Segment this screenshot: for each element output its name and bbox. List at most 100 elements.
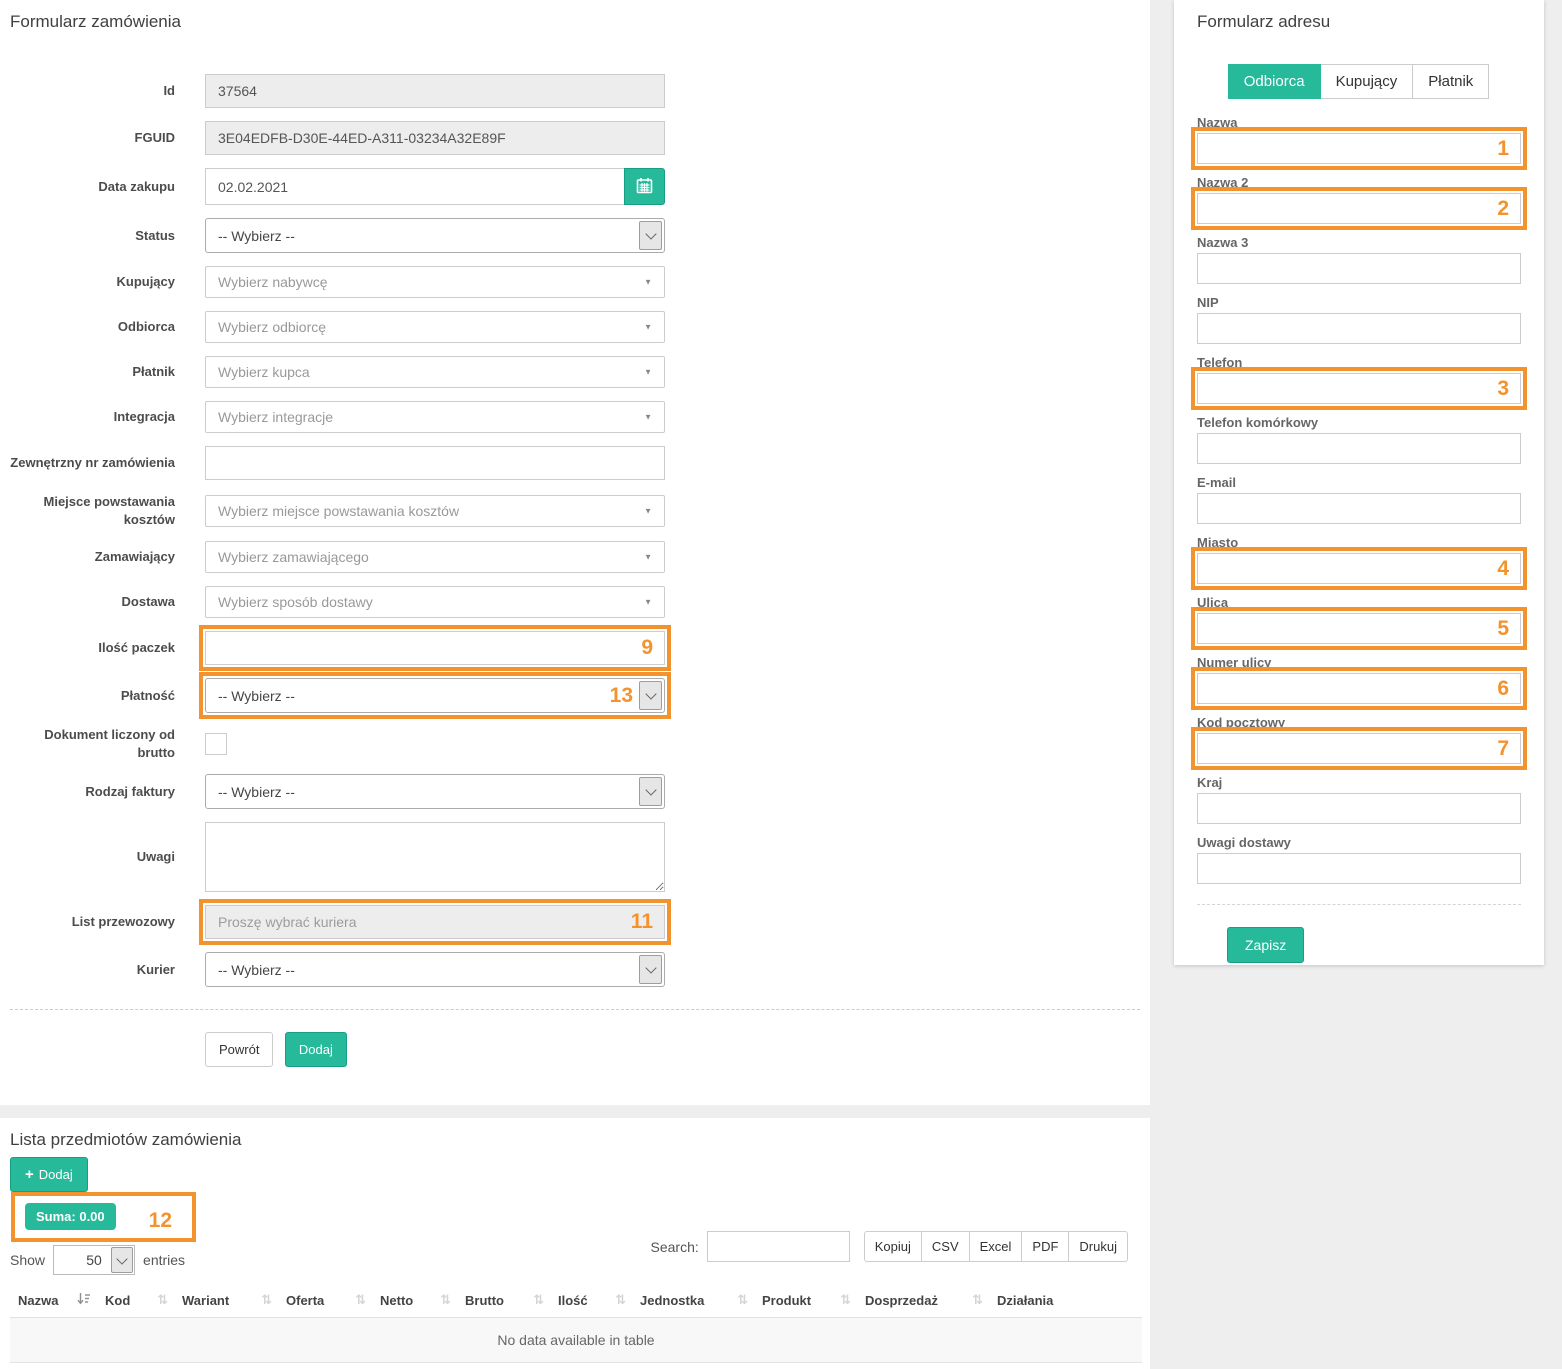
form-row-rodzaj-faktury: Rodzaj faktury-- Wybierz --	[10, 774, 1140, 809]
zamawiajacy-placeholder: Wybierz zamawiającego	[218, 549, 369, 565]
column-label: Dosprzedaż	[865, 1293, 938, 1308]
miejsce-powstawania-kosztow-label: Miejsce powstawania kosztów	[10, 493, 175, 528]
add-order-button[interactable]: Dodaj	[285, 1032, 347, 1067]
fguid-label: FGUID	[10, 129, 175, 147]
save-button[interactable]: Zapisz	[1227, 927, 1304, 963]
integracja-label: Integracja	[10, 408, 175, 426]
form-row-uwagi: Uwagi	[10, 822, 1140, 892]
dokument-liczony-od-brutto-checkbox[interactable]	[205, 733, 227, 755]
odbiorca-select[interactable]: Wybierz odbiorcę▼	[205, 311, 665, 343]
e-mail-input[interactable]	[1197, 493, 1521, 524]
nazwa-3-input[interactable]	[1197, 253, 1521, 284]
list-przewozowy-input[interactable]	[205, 905, 665, 939]
add-item-button[interactable]: + Dodaj	[10, 1157, 88, 1192]
fguid-input[interactable]	[205, 121, 665, 155]
numer-ulicy-input[interactable]	[1197, 673, 1521, 704]
export-csv-button[interactable]: CSV	[921, 1231, 970, 1262]
kurier-select[interactable]: -- Wybierz --	[205, 952, 665, 987]
kupujacy-placeholder: Wybierz nabywcę	[218, 274, 328, 290]
chevron-down-icon	[111, 1247, 133, 1273]
annotation-box: 11	[199, 899, 671, 945]
nip-input[interactable]	[1197, 313, 1521, 344]
column-header-oferta[interactable]: Oferta⇅	[286, 1292, 380, 1308]
column-header-wariant[interactable]: Wariant ⇅	[182, 1292, 286, 1308]
address-field-nazwa-2: Nazwa 22	[1197, 175, 1521, 230]
form-row-fguid: FGUID	[10, 121, 1140, 155]
address-fields: Nazwa1Nazwa 22Nazwa 3NIPTelefon3Telefon …	[1197, 115, 1521, 884]
uwagi-label: Uwagi	[10, 848, 175, 866]
id-input[interactable]	[205, 74, 665, 108]
column-label: Kod	[105, 1293, 130, 1308]
items-table-header: NazwaKod⇅Wariant⇅Oferta⇅Netto⇅Brutto⇅Ilo…	[10, 1292, 1142, 1318]
tab-kupujacy[interactable]: Kupujący	[1320, 64, 1414, 99]
miasto-input[interactable]	[1197, 553, 1521, 584]
column-header-brutto[interactable]: Brutto⇅	[465, 1292, 558, 1308]
annotation-number: 11	[631, 910, 653, 934]
nazwa-2-input[interactable]	[1197, 193, 1521, 224]
telefon-input[interactable]	[1197, 373, 1521, 404]
rodzaj-faktury-select[interactable]: -- Wybierz --	[205, 774, 665, 809]
caret-down-icon: ▼	[644, 368, 652, 377]
ilosc-paczek-input[interactable]	[205, 631, 665, 665]
annotation-number: 12	[149, 1209, 172, 1233]
kupujacy-select[interactable]: Wybierz nabywcę▼	[205, 266, 665, 298]
platnosc-select[interactable]: -- Wybierz --	[205, 678, 665, 713]
annotation-box: 1	[1191, 127, 1527, 170]
column-header-kod[interactable]: Kod⇅	[105, 1292, 182, 1308]
address-field-kod-pocztowy: Kod pocztowy7	[1197, 715, 1521, 770]
integracja-select[interactable]: Wybierz integracje▼	[205, 401, 665, 433]
nazwa-input[interactable]	[1197, 133, 1521, 164]
zewnetrzny-nr-zamowienia-input[interactable]	[205, 446, 665, 480]
sort-icon: ⇅	[261, 1294, 272, 1307]
kraj-input[interactable]	[1197, 793, 1521, 824]
list-przewozowy-label: List przewozowy	[10, 913, 175, 931]
export-drukuj-button[interactable]: Drukuj	[1068, 1231, 1128, 1262]
export-kopiuj-button[interactable]: Kopiuj	[864, 1231, 922, 1262]
chevron-down-icon	[639, 681, 662, 710]
tab-odbiorca[interactable]: Odbiorca	[1228, 64, 1321, 99]
page-size-select[interactable]: 50	[53, 1245, 135, 1275]
column-header-ilosc[interactable]: Ilość⇅	[558, 1292, 640, 1308]
uwagi-dostawy-input[interactable]	[1197, 853, 1521, 884]
back-button[interactable]: Powrót	[205, 1032, 273, 1067]
annotation-number: 13	[610, 684, 633, 708]
annotation-number: 5	[1497, 617, 1509, 641]
column-header-nazwa[interactable]: Nazwa	[10, 1292, 105, 1308]
column-label: Brutto	[465, 1293, 504, 1308]
telefon-komorkowy-input[interactable]	[1197, 433, 1521, 464]
items-table: NazwaKod⇅Wariant⇅Oferta⇅Netto⇅Brutto⇅Ilo…	[10, 1292, 1142, 1363]
zamawiajacy-select[interactable]: Wybierz zamawiającego▼	[205, 541, 665, 573]
platnik-select[interactable]: Wybierz kupca▼	[205, 356, 665, 388]
sort-icon: ⇅	[737, 1294, 748, 1307]
column-header-jednostka[interactable]: Jednostka⇅	[640, 1292, 762, 1308]
ulica-input[interactable]	[1197, 613, 1521, 644]
calendar-button[interactable]	[624, 168, 665, 205]
zamawiajacy-label: Zamawiający	[10, 548, 175, 566]
caret-down-icon: ▼	[644, 598, 652, 607]
status-select-value: -- Wybierz --	[218, 228, 295, 244]
telefon-komorkowy-label: Telefon komórkowy	[1197, 415, 1521, 430]
address-form-panel: Formularz adresu OdbiorcaKupującyPłatnik…	[1174, 0, 1544, 965]
annotation-box: 6	[1191, 667, 1527, 710]
kod-pocztowy-input[interactable]	[1197, 733, 1521, 764]
caret-down-icon: ▼	[644, 413, 652, 422]
sum-badge: Suma: 0.00	[25, 1203, 116, 1230]
column-label: Oferta	[286, 1293, 324, 1308]
column-header-dosprzedaz[interactable]: Dosprzedaż⇅	[865, 1292, 997, 1308]
export-pdf-button[interactable]: PDF	[1021, 1231, 1069, 1262]
data-zakupu-input[interactable]	[205, 168, 624, 205]
column-header-produkt[interactable]: Produkt⇅	[762, 1292, 865, 1308]
dostawa-select[interactable]: Wybierz sposób dostawy▼	[205, 586, 665, 618]
column-label: Wariant	[182, 1293, 229, 1308]
address-form-title: Formularz adresu	[1197, 12, 1521, 32]
search-input[interactable]	[707, 1231, 850, 1262]
column-header-dzialania[interactable]: Działania	[997, 1292, 1142, 1308]
tab-platnik[interactable]: Płatnik	[1412, 64, 1489, 99]
column-header-netto[interactable]: Netto⇅	[380, 1292, 465, 1308]
uwagi-textarea[interactable]	[205, 822, 665, 892]
calendar-icon	[636, 177, 653, 197]
status-select[interactable]: -- Wybierz --	[205, 218, 665, 253]
export-excel-button[interactable]: Excel	[969, 1231, 1023, 1262]
miejsce-powstawania-kosztow-select[interactable]: Wybierz miejsce powstawania kosztów▼	[205, 495, 665, 527]
ilosc-paczek-label: Ilość paczek	[10, 639, 175, 657]
